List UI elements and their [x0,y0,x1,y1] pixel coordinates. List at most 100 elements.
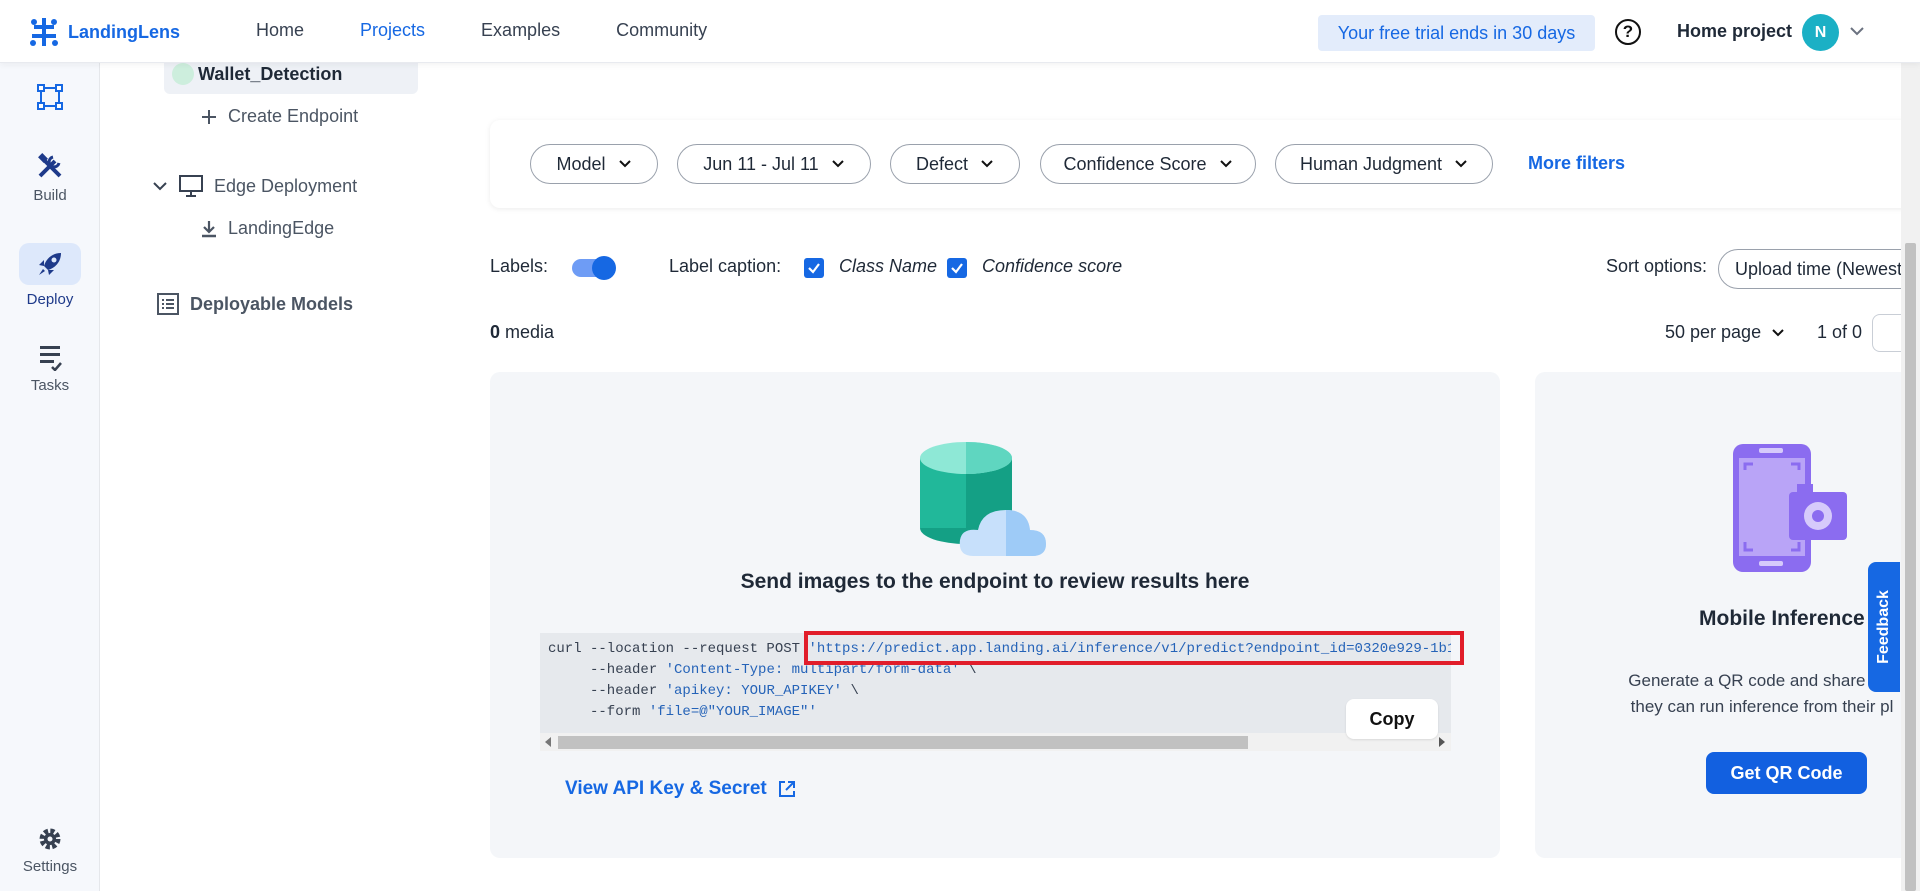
rail-build[interactable]: Build [0,151,100,204]
check-icon [951,263,963,274]
page-vertical-scrollbar[interactable] [1901,63,1920,891]
labels-toggle[interactable] [570,254,618,282]
highlight-box [804,631,1464,665]
create-endpoint-label: Create Endpoint [228,106,359,126]
endpoint-icon [172,63,194,85]
confidence-score-checkbox[interactable] [947,258,967,278]
code-line1-prefix: curl --location --request POST [548,641,809,657]
nav-community[interactable]: Community [616,20,707,41]
model-filter[interactable]: Model [530,144,658,184]
project-name[interactable]: Home project [1677,21,1792,42]
rail-annotate[interactable] [0,83,100,117]
media-count: 0 media [490,322,554,343]
chevron-down-icon [1455,160,1467,168]
human-judgment-filter[interactable]: Human Judgment [1275,144,1493,184]
defect-filter-label: Defect [915,153,969,174]
view-api-key-link[interactable]: View API Key & Secret [565,778,797,800]
code-line4-prefix: --form [548,704,649,720]
gear-icon [39,828,61,850]
list-icon [157,293,179,315]
monitor-icon [179,175,203,197]
scroll-right-icon[interactable] [1438,737,1446,747]
edge-deployment-toggle[interactable]: Edge Deployment [152,174,357,198]
date-range-filter[interactable]: Jun 11 - Jul 11 [677,144,871,184]
code-line3-prefix: --header [548,683,666,699]
filter-bar: Model Jun 11 - Jul 11 Defect Confidence … [490,120,1920,208]
model-filter-label: Model [556,153,606,174]
deployable-models-label: Deployable Models [190,293,354,314]
feedback-tab[interactable]: Feedback [1868,562,1900,692]
create-endpoint-button[interactable]: Create Endpoint [200,106,358,127]
get-qr-code-button[interactable]: Get QR Code [1706,752,1867,794]
rail-settings[interactable]: Settings [0,826,100,875]
left-rail: Build Deploy Tasks Settings [0,63,100,891]
help-icon[interactable]: ? [1615,19,1641,45]
chevron-down-icon [618,160,631,168]
sort-select[interactable]: Upload time (Newest [1718,249,1920,289]
landingedge-label: LandingEdge [228,218,335,238]
top-bar: LandingLens Home Projects Examples Commu… [0,0,1920,63]
tools-icon [38,153,62,178]
database-cloud-icon [920,442,1046,556]
chevron-down-icon [1772,328,1784,336]
defect-filter[interactable]: Defect [890,144,1020,184]
chevron-down-icon [153,182,167,191]
rail-tasks-label: Tasks [30,377,70,394]
per-page-select[interactable]: 50 per page [1665,322,1785,343]
media-count-label: media [505,322,555,342]
code-line3-suffix: \ [842,683,859,699]
code-scroll-thumb[interactable] [558,736,1248,749]
rail-deploy-label: Deploy [26,291,74,308]
endpoint-name: Wallet_Detection [198,63,343,84]
code-line4-string: 'file=@"YOUR_IMAGE"' [648,704,817,720]
per-page-label: 50 per page [1665,322,1762,342]
rocket-icon [39,253,61,275]
confidence-filter-label: Confidence Score [1063,153,1207,174]
avatar[interactable]: N [1802,14,1839,51]
confidence-score-label: Confidence score [982,256,1123,276]
class-name-checkbox[interactable] [804,258,824,278]
rail-settings-label: Settings [22,858,78,875]
landinglens-logo-icon [30,18,58,46]
confidence-score-filter[interactable]: Confidence Score [1040,144,1256,184]
external-link-icon [778,781,795,797]
page-scroll-thumb[interactable] [1905,243,1916,891]
class-name-label: Class Name [839,256,938,276]
media-count-value: 0 [490,322,501,342]
copy-button[interactable]: Copy [1346,699,1438,739]
chevron-down-icon [981,160,993,168]
code-line3-string: 'apikey: YOUR_APIKEY' [665,683,843,699]
label-caption-label: Label caption: [669,256,782,276]
page-info: 1 of 0 [1817,322,1863,342]
code-horizontal-scrollbar[interactable] [540,733,1451,751]
landinglens-logo[interactable]: LandingLens [28,16,180,48]
nav-examples[interactable]: Examples [481,20,560,41]
more-filters-link[interactable]: More filters [1528,153,1625,174]
nav-home[interactable]: Home [256,20,304,41]
check-icon [808,263,820,274]
mobile-desc-line2: they can run inference from their pl [1630,697,1894,716]
tasks-icon [40,346,62,371]
rail-tasks[interactable]: Tasks [0,343,100,394]
chevron-down-icon[interactable] [1848,22,1866,40]
edge-deployment-label: Edge Deployment [214,175,358,196]
rail-build-label: Build [33,187,67,204]
sort-options-label: Sort options: [1606,256,1708,276]
annotate-icon [37,84,63,110]
trial-banner[interactable]: Your free trial ends in 30 days [1318,15,1595,51]
empty-state-title: Send images to the endpoint to review re… [740,570,1250,593]
code-line2-prefix: --header [548,662,666,678]
chevron-down-icon [1219,160,1232,168]
deployable-models-item[interactable]: Deployable Models [156,292,353,316]
rail-deploy[interactable]: Deploy [0,243,100,308]
scroll-left-icon[interactable] [544,737,552,747]
view-api-key-label: View API Key & Secret [565,778,767,799]
labels-label: Labels: [490,256,549,276]
nav-projects[interactable]: Projects [360,20,425,41]
landingedge-item[interactable]: LandingEdge [200,218,334,239]
main-nav: Home Projects Examples Community [256,20,763,41]
mobile-camera-icon [1733,444,1847,572]
mobile-inference-title: Mobile Inference [1699,607,1865,630]
human-judgment-label: Human Judgment [1299,153,1443,174]
brand-name: LandingLens [68,21,180,42]
